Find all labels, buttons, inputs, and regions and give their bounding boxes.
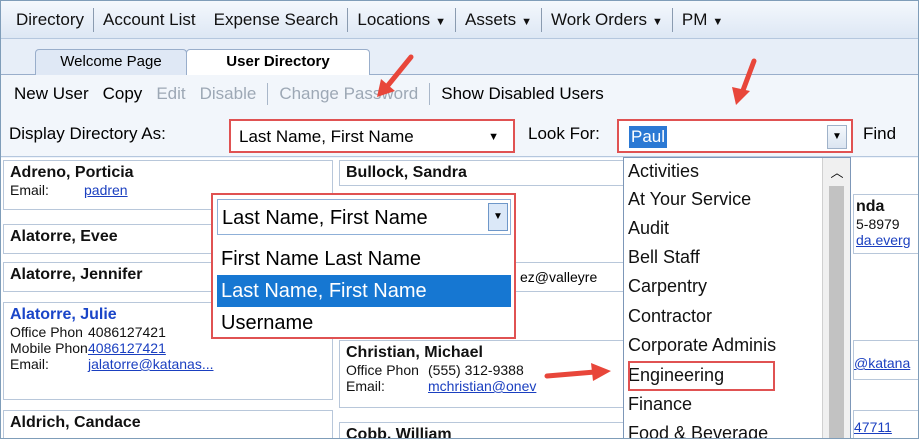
email-row: Email: jalatorre@katanas... [4, 356, 332, 372]
office-phone-label: Office Phon [346, 362, 419, 378]
show-disabled-users-button[interactable]: Show Disabled Users [434, 84, 611, 104]
menu-expense-search[interactable]: Expense Search [205, 8, 348, 32]
look-for-label: Look For: [528, 124, 600, 143]
contact-name: nda [856, 198, 885, 215]
mobile-phone-label: Mobile Phon [10, 340, 88, 356]
office-phone-value: 4086127421 [88, 324, 166, 340]
directory-card[interactable]: Cobb, William [339, 422, 624, 439]
directory-card[interactable]: nda 5-8979 da.everg [853, 194, 918, 254]
department-option[interactable]: Corporate Adminis [628, 331, 776, 360]
tab-user-directory[interactable]: User Directory [186, 49, 370, 76]
menu-assets-label: Assets [465, 9, 517, 29]
scroll-up-icon[interactable]: ︿ [823, 162, 850, 181]
directory-card[interactable]: Bullock, Sandra [339, 160, 624, 186]
filter-bar: Display Directory As: Last Name, First N… [1, 113, 918, 157]
contact-name: Adreno, Porticia [10, 164, 134, 181]
scrollbar-thumb[interactable] [829, 186, 844, 438]
email-row: da.everg [854, 232, 918, 248]
department-option[interactable]: Activities [628, 158, 699, 186]
phone-value: 5-8979 [856, 216, 900, 232]
app-window: Directory Account List Expense Search Lo… [0, 0, 919, 439]
email-link[interactable]: ez@valleyre [520, 269, 597, 285]
caret-down-icon[interactable]: ▼ [488, 203, 508, 231]
email-label: Email: [346, 378, 385, 394]
email-link[interactable]: da.everg [856, 232, 910, 248]
contact-name: Christian, Michael [346, 344, 483, 361]
menu-work-orders-label: Work Orders [550, 9, 648, 29]
email-label: Email: [10, 182, 49, 198]
menu-locations[interactable]: Locations ▼ [348, 8, 455, 32]
contact-name: Cobb, William [346, 426, 452, 439]
department-option[interactable]: Food & Beverage [628, 419, 768, 438]
display-directory-select[interactable]: Last Name, First Name ▼ [229, 119, 515, 153]
look-for-dropdown-list: Activities At Your Service Audit Bell St… [623, 157, 851, 438]
find-button[interactable]: Find [863, 124, 896, 144]
tab-welcome-page[interactable]: Welcome Page [35, 49, 187, 75]
email-link[interactable]: jalatorre@katanas... [88, 356, 214, 372]
contact-name: Aldrich, Candace [10, 414, 141, 431]
department-option[interactable]: At Your Service [628, 185, 751, 214]
edit-button[interactable]: Edit [149, 84, 192, 104]
disable-button[interactable]: Disable [193, 84, 264, 104]
phone-row: 5-8979 [854, 216, 918, 232]
display-dropdown-header[interactable]: Last Name, First Name ▼ [217, 199, 511, 235]
menu-work-orders[interactable]: Work Orders ▼ [542, 8, 672, 32]
look-for-combobox[interactable]: Paul ▼ [617, 119, 853, 153]
email-row: @katana [854, 355, 918, 371]
department-option[interactable]: Audit [628, 214, 669, 243]
option-first-last[interactable]: First Name Last Name [217, 243, 511, 275]
directory-card[interactable]: @katana [853, 340, 918, 380]
menu-assets[interactable]: Assets ▼ [456, 8, 541, 32]
contact-name: Bullock, Sandra [346, 164, 467, 181]
menu-pm-label: PM [681, 9, 708, 29]
caret-down-icon[interactable]: ▼ [827, 125, 847, 149]
department-option[interactable]: Finance [628, 390, 692, 419]
toolbar: New User Copy Edit Disable Change Passwo… [1, 75, 918, 113]
email-link[interactable]: @katana [854, 355, 910, 371]
tab-bar: Welcome Page User Directory [1, 39, 918, 76]
directory-card[interactable]: Aldrich, Candace [3, 410, 333, 438]
mobile-phone-link[interactable]: 4086127421 [88, 340, 166, 356]
department-option[interactable]: Carpentry [628, 272, 707, 301]
copy-button[interactable]: Copy [96, 84, 150, 104]
caret-down-icon: ▼ [488, 131, 499, 143]
email-label: Email: [10, 356, 49, 372]
dropdown-scrollbar[interactable]: ︿ [822, 158, 850, 438]
caret-down-icon: ▼ [712, 15, 724, 28]
phone-row: 47711 [854, 419, 918, 435]
toolbar-separator [267, 83, 269, 105]
phone-link[interactable]: 47711 [854, 419, 892, 435]
department-option[interactable]: Contractor [628, 302, 712, 331]
department-option[interactable]: Bell Staff [628, 243, 700, 272]
mobile-phone-row: Mobile Phon 4086127421 [4, 340, 332, 356]
display-directory-label: Display Directory As: [9, 124, 166, 143]
menu-pm[interactable]: PM ▼ [673, 8, 732, 32]
display-directory-value: Last Name, First Name [239, 127, 414, 146]
caret-down-icon: ▼ [652, 15, 663, 28]
caret-down-icon: ▼ [435, 15, 447, 28]
office-phone-value: (555) 312-9388 [428, 362, 524, 378]
office-phone-label: Office Phon [10, 324, 83, 340]
new-user-button[interactable]: New User [7, 84, 96, 104]
annotation-arrow-icon [732, 58, 757, 105]
option-last-first[interactable]: Last Name, First Name [217, 275, 511, 307]
annotation-arrow-icon [377, 54, 414, 97]
caret-down-icon: ▼ [521, 15, 532, 28]
menu-account-list[interactable]: Account List [94, 8, 205, 32]
option-username[interactable]: Username [217, 307, 511, 339]
menu-bar: Directory Account List Expense Search Lo… [1, 1, 918, 39]
menu-directory[interactable]: Directory [7, 8, 93, 32]
annotation-arrow-icon [544, 363, 611, 381]
email-link[interactable]: mchristian@onev [428, 378, 536, 394]
highlight-box [628, 361, 775, 391]
email-link[interactable]: padren [84, 182, 128, 198]
directory-card[interactable]: 47711 [853, 410, 918, 438]
toolbar-separator [429, 83, 431, 105]
menu-locations-label: Locations [357, 9, 431, 29]
display-directory-dropdown: Last Name, First Name ▼ First Name Last … [211, 193, 516, 339]
display-dropdown-current: Last Name, First Name [222, 207, 428, 229]
look-for-input-value[interactable]: Paul [629, 126, 668, 148]
